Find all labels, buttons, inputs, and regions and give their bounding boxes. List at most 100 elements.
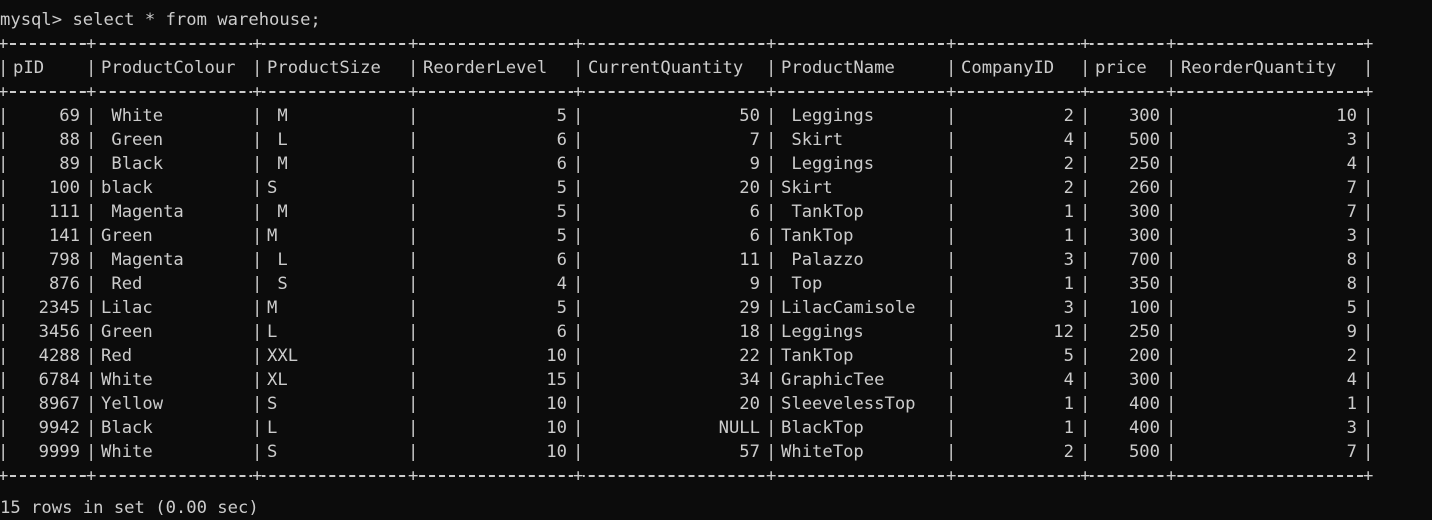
column-separator: | [408,442,419,462]
column-separator: | [946,442,957,462]
cell-pid: 88 [59,130,80,150]
column-separator: | [766,418,777,438]
cell-reorderlevel: 5 [556,106,567,126]
cell-companyid: 1 [1063,202,1074,222]
cell-productsize: S [267,442,278,462]
column-separator: | [573,106,584,126]
cell-pid: 100 [48,178,80,198]
table-row[interactable]: | | | | | | | | | | 100 black S 5 20 Skirt 2 260 7 [0,176,1432,200]
cell-productname: Leggings [781,154,875,174]
column-separator: | [1166,58,1177,78]
table-row[interactable]: | | | | | | | | | | 6784 White XL 15 34 GraphicTee 4 300 4 [0,368,1432,392]
table-row[interactable]: | | | | | | | | | | 111 Magenta M 5 6 TankTop 1 300 7 [0,200,1432,224]
cell-reorderlevel: 5 [556,226,567,246]
column-separator: | [408,202,419,222]
column-separator: | [1363,274,1374,294]
border-corner: + [86,464,97,488]
column-separator: | [1166,106,1177,126]
cell-productsize: M [267,202,288,222]
command-text: select * from warehouse; [72,10,321,30]
column-separator: | [252,442,263,462]
column-separator: | [0,202,9,222]
table-row[interactable]: | | | | | | | | | | 3456 Green L 6 18 Leggings 12 250 9 [0,320,1432,344]
column-separator: | [1080,106,1091,126]
column-separator: | [86,202,97,222]
column-separator: | [86,346,97,366]
border-corner: + [408,32,419,56]
cell-productsize: M [267,106,288,126]
column-separator: | [1363,154,1374,174]
table-row[interactable]: | | | | | | | | | | 2345 Lilac M 5 29 LilacCamisole 3 100… [0,296,1432,320]
column-separator: | [0,370,9,390]
column-separator: | [86,322,97,342]
column-header-productcolour: ProductColour [101,58,236,78]
terminal-window[interactable]: mysql> select * from warehouse; + + + + + + + +… [0,0,1432,520]
column-separator: | [573,250,584,270]
table-row[interactable]: | | | | | | | | | | 9942 Black L 10 NULL BlackTop 1 400 3 [0,416,1432,440]
column-separator: | [946,178,957,198]
column-separator: | [1166,202,1177,222]
cell-companyid: 4 [1063,130,1074,150]
cell-companyid: 1 [1063,226,1074,246]
cell-pid: 798 [48,250,80,270]
table-row[interactable]: | | | | | | | | | | 89 Black M 6 9 Leggings 2 250 4 [0,152,1432,176]
table-row[interactable]: | | | | | | | | | | 8967 Yellow S 10 20 SleevelessTop 1 4… [0,392,1432,416]
cell-reorderlevel: 10 [546,418,567,438]
cell-reorderlevel: 5 [556,298,567,318]
column-separator: | [408,106,419,126]
cell-productname: Top [781,274,823,294]
column-header-productsize: ProductSize [267,58,381,78]
cell-price: 300 [1128,202,1160,222]
cell-reorderlevel: 15 [546,370,567,390]
column-separator: | [1363,298,1374,318]
cell-productname: Skirt [781,130,844,150]
column-separator: | [408,322,419,342]
column-separator: | [573,178,584,198]
column-separator: | [766,394,777,414]
table-row[interactable]: | | | | | | | | | | 69 White M 5 50 Leggings 2 300 10 [0,104,1432,128]
border-corner: + [0,464,9,488]
table-row[interactable]: | | | | | | | | | | 9999 White S 10 57 WhiteTop 2 500 7 [0,440,1432,464]
cell-pid: 8967 [38,394,80,414]
column-separator: | [252,394,263,414]
column-separator: | [946,322,957,342]
cell-currentquantity: 20 [739,178,760,198]
border-corner: + [252,32,263,56]
column-separator: | [0,58,9,78]
cell-productcolour: Magenta [101,250,184,270]
column-separator: | [0,418,9,438]
cell-companyid: 1 [1063,274,1074,294]
table-row[interactable]: | | | | | | | | | | 798 Magenta L 6 11 Palazzo 3 700 8 [0,248,1432,272]
cell-reorderquantity: 2 [1346,346,1357,366]
column-separator: | [408,274,419,294]
column-separator: | [1363,130,1374,150]
table-row[interactable]: | | | | | | | | | | 876 Red S 4 9 Top 1 350 8 [0,272,1432,296]
column-separator: | [573,394,584,414]
cell-productcolour: Green [101,130,164,150]
border-corner: + [1080,464,1091,488]
column-separator: | [0,442,9,462]
cell-companyid: 3 [1063,298,1074,318]
column-separator: | [766,178,777,198]
cell-reorderlevel: 6 [556,130,567,150]
column-separator: | [0,274,9,294]
cell-productname: TankTop [781,346,854,366]
cell-price: 260 [1128,178,1160,198]
table-row[interactable]: | | | | | | | | | | 88 Green L 6 7 Skirt 4 500 3 [0,128,1432,152]
cell-reorderlevel: 6 [556,154,567,174]
column-separator: | [946,274,957,294]
column-header-pid: pID [13,58,45,78]
column-header-currentquantity: CurrentQuantity [588,58,744,78]
cell-price: 700 [1128,250,1160,270]
table-row[interactable]: | | | | | | | | | | 141 Green M 5 6 TankTop 1 300 3 [0,224,1432,248]
cell-pid: 111 [48,202,80,222]
table-row[interactable]: | | | | | | | | | | 4288 Red XXL 10 22 TankTop 5 200 2 [0,344,1432,368]
cell-reorderquantity: 8 [1346,274,1357,294]
cell-pid: 876 [48,274,80,294]
border-corner: + [766,80,777,104]
cell-productcolour: black [101,178,153,198]
cell-currentquantity: 9 [749,274,760,294]
border-corner: + [86,80,97,104]
border-corner: + [1363,80,1374,104]
cell-reorderlevel: 4 [556,274,567,294]
